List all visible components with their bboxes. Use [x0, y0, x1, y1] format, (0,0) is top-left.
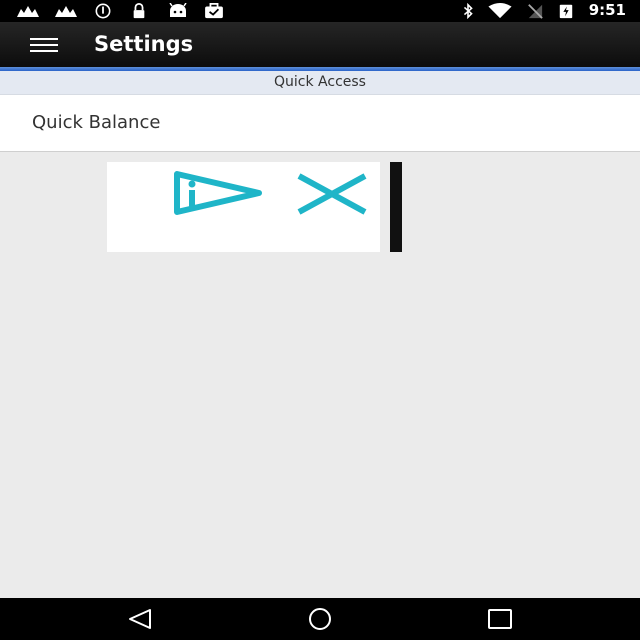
back-icon[interactable] [126, 607, 154, 631]
no-sim-icon [528, 4, 543, 19]
page-title: Settings [94, 32, 194, 56]
close-icon[interactable] [295, 172, 371, 216]
lock-icon [133, 3, 145, 19]
signal-icon [55, 6, 77, 17]
home-icon[interactable] [306, 607, 334, 631]
bluetooth-icon [463, 3, 473, 19]
status-bar: 9:51 [0, 0, 640, 22]
ad-banner-edge [380, 162, 390, 252]
adchoices-icon[interactable] [167, 168, 267, 222]
battery-charging-icon [559, 4, 573, 19]
ad-banner-border [390, 162, 402, 252]
navigation-bar [0, 598, 640, 640]
ad-banner[interactable] [107, 162, 402, 252]
briefcase-icon [205, 3, 223, 19]
wifi-icon [488, 3, 512, 19]
list-item-quick-balance[interactable]: Quick Balance [0, 95, 640, 152]
hamburger-menu-icon[interactable] [30, 38, 58, 52]
section-header: Quick Access [0, 71, 640, 95]
info-icon [95, 3, 111, 19]
android-icon [169, 3, 187, 17]
signal-icon [17, 6, 39, 17]
list-item-label: Quick Balance [32, 112, 161, 133]
status-time: 9:51 [588, 1, 626, 19]
recents-icon[interactable] [486, 607, 514, 631]
app-bar: Settings [0, 22, 640, 67]
